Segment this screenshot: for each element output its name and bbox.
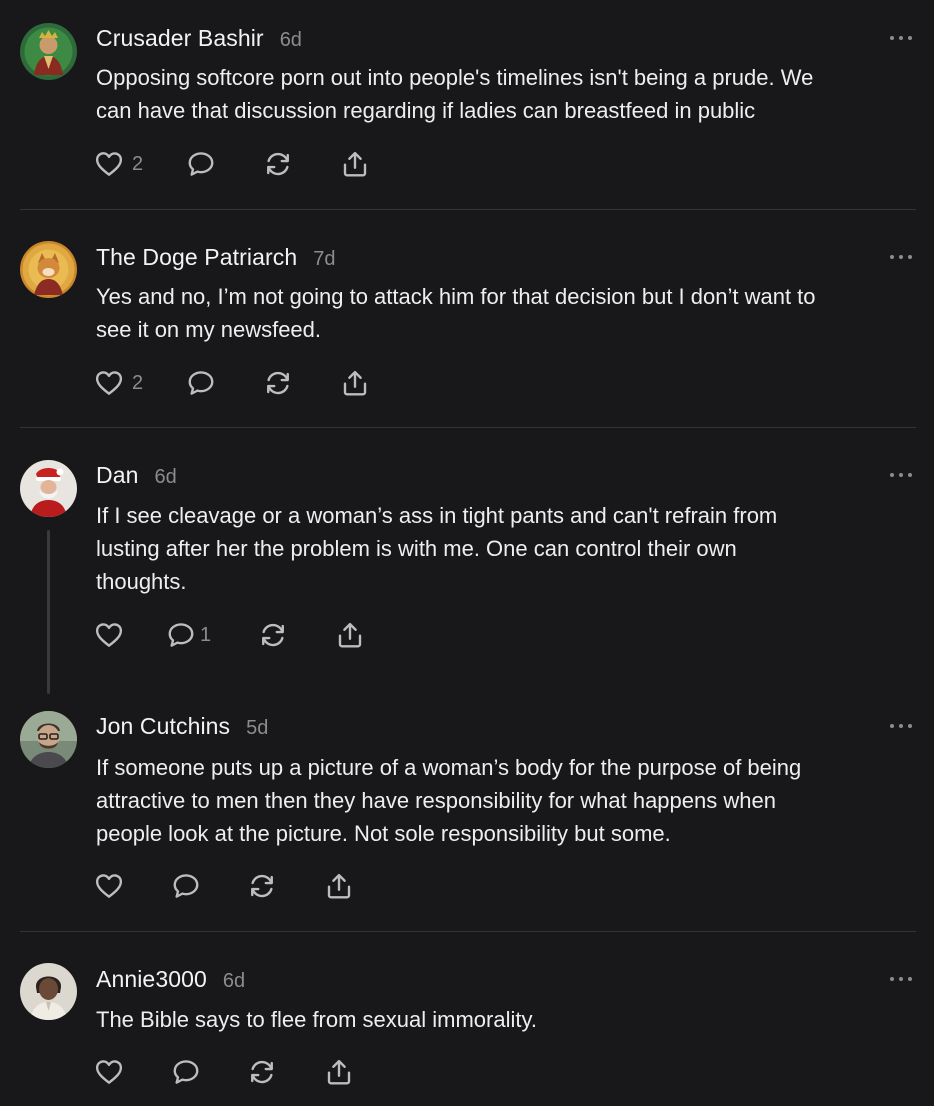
timestamp[interactable]: 6d <box>223 970 245 993</box>
author-name[interactable]: Annie3000 <box>96 966 207 993</box>
more-icon[interactable] <box>890 33 912 43</box>
restack-icon <box>263 368 293 398</box>
share-button[interactable] <box>340 367 370 399</box>
timestamp[interactable]: 5d <box>246 717 268 740</box>
share-icon <box>324 871 354 901</box>
comment-item: Dan 6d If I see cleavage or a woman’s as… <box>0 428 934 698</box>
heart-icon <box>94 620 124 650</box>
heart-icon <box>94 149 124 179</box>
comment-icon <box>171 1057 201 1087</box>
comment-item: Annie3000 6d The Bible says to flee from… <box>0 932 934 1106</box>
author-name[interactable]: Crusader Bashir <box>96 25 264 52</box>
share-icon <box>324 1057 354 1087</box>
avatar[interactable] <box>20 963 77 1020</box>
avatar[interactable] <box>20 241 77 298</box>
share-button[interactable] <box>324 870 354 902</box>
restack-button[interactable] <box>258 619 288 651</box>
timestamp[interactable]: 6d <box>155 466 177 489</box>
restack-icon <box>258 620 288 650</box>
comment-header: Jon Cutchins 5d <box>96 713 268 743</box>
comment-text: If I see cleavage or a woman’s ass in ti… <box>96 503 778 594</box>
comment-icon <box>186 149 216 179</box>
comment-header: The Doge Patriarch 7d <box>96 244 335 274</box>
comment-icon <box>171 871 201 901</box>
timestamp[interactable]: 6d <box>280 29 302 52</box>
more-icon[interactable] <box>890 721 912 731</box>
restack-button[interactable] <box>263 148 293 180</box>
heart-icon <box>94 368 124 398</box>
reply-count: 1 <box>200 623 212 646</box>
comment-header: Dan 6d <box>96 462 177 492</box>
comment-item: The Doge Patriarch 7d Yes and no, I’m no… <box>0 210 934 428</box>
share-button[interactable] <box>324 1056 354 1088</box>
heart-icon <box>94 1057 124 1087</box>
comment-text: If someone puts up a picture of a woman’… <box>96 755 802 846</box>
restack-icon <box>247 871 277 901</box>
like-count: 2 <box>132 152 144 175</box>
author-name[interactable]: Jon Cutchins <box>96 713 230 740</box>
share-icon <box>340 368 370 398</box>
comment-icon <box>186 368 216 398</box>
reply-button[interactable] <box>171 870 201 902</box>
reply-button[interactable] <box>186 148 216 180</box>
avatar[interactable] <box>20 460 77 517</box>
share-icon <box>340 149 370 179</box>
author-name[interactable]: The Doge Patriarch <box>96 244 297 271</box>
more-icon[interactable] <box>890 470 912 480</box>
heart-icon <box>94 871 124 901</box>
restack-button[interactable] <box>263 367 293 399</box>
comment-header: Crusader Bashir 6d <box>96 25 302 55</box>
share-icon <box>335 620 365 650</box>
comment-icon <box>166 620 196 650</box>
like-button[interactable] <box>94 870 124 902</box>
more-icon[interactable] <box>890 252 912 262</box>
comment-text: The Bible says to flee from sexual immor… <box>96 1007 537 1032</box>
reply-button[interactable]: 1 <box>166 619 211 651</box>
restack-icon <box>247 1057 277 1087</box>
timestamp[interactable]: 7d <box>313 248 335 271</box>
reply-button[interactable] <box>186 367 216 399</box>
author-name[interactable]: Dan <box>96 462 139 489</box>
comment-text: Yes and no, I’m not going to attack him … <box>96 284 816 342</box>
comment-item: Crusader Bashir 6d Opposing softcore por… <box>0 0 934 210</box>
like-button[interactable]: 2 <box>94 367 143 399</box>
restack-icon <box>263 149 293 179</box>
like-button[interactable] <box>94 619 124 651</box>
comment-text: Opposing softcore porn out into people's… <box>96 65 814 123</box>
comment-item: Jon Cutchins 5d If someone puts up a pic… <box>0 698 934 932</box>
reply-button[interactable] <box>171 1056 201 1088</box>
like-button[interactable] <box>94 1056 124 1088</box>
share-button[interactable] <box>340 148 370 180</box>
share-button[interactable] <box>335 619 365 651</box>
comment-header: Annie3000 6d <box>96 966 245 996</box>
avatar[interactable] <box>20 711 77 768</box>
more-icon[interactable] <box>890 974 912 984</box>
restack-button[interactable] <box>247 1056 277 1088</box>
like-count: 2 <box>132 371 144 394</box>
like-button[interactable]: 2 <box>94 148 143 180</box>
restack-button[interactable] <box>247 870 277 902</box>
avatar[interactable] <box>20 23 77 80</box>
